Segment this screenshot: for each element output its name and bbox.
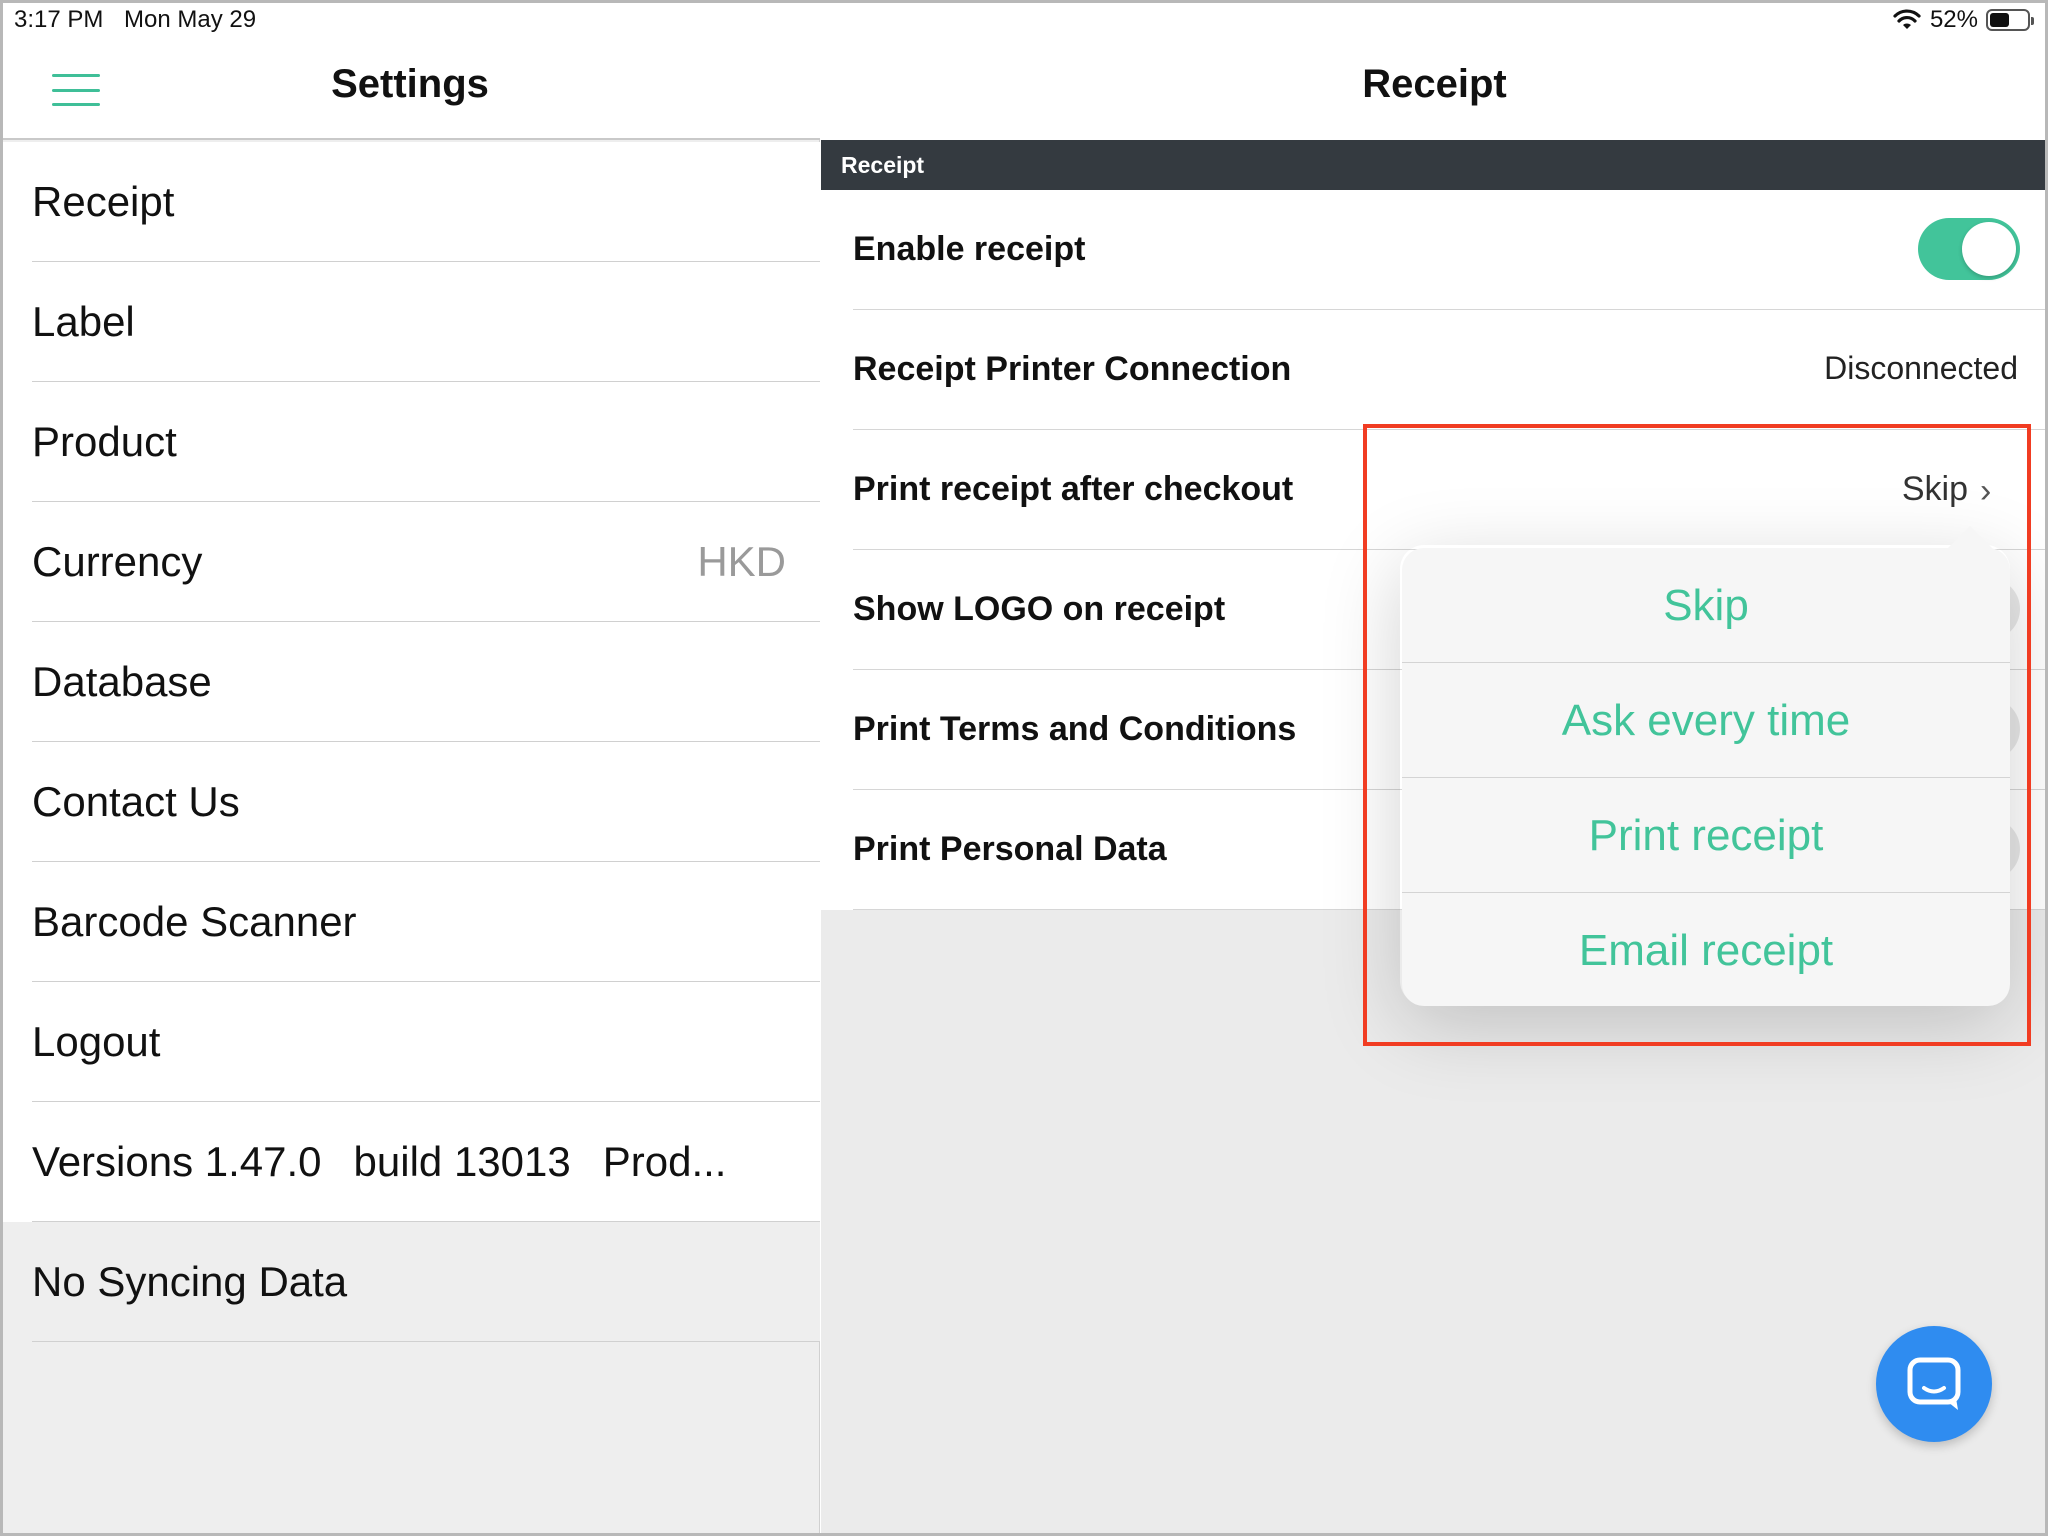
enable-receipt-toggle[interactable]: [1918, 218, 2020, 280]
section-title: Receipt: [841, 152, 925, 178]
page-title: Receipt: [1362, 62, 1507, 106]
settings-menu: Receipt Label Product Currency HKD Datab…: [0, 142, 820, 1342]
menu-item-product[interactable]: Product: [0, 382, 820, 502]
row-printer-connection[interactable]: Receipt Printer Connection Disconnected: [821, 310, 2048, 430]
menu-item-label: Barcode Scanner: [32, 898, 357, 945]
row-label: Receipt Printer Connection: [853, 350, 1292, 388]
menu-item-logout[interactable]: Logout: [0, 982, 820, 1102]
menu-item-currency[interactable]: Currency HKD: [0, 502, 820, 622]
row-enable-receipt: Enable receipt: [821, 190, 2048, 310]
row-label: Show LOGO on receipt: [853, 590, 1226, 628]
menu-item-label-settings[interactable]: Label: [0, 262, 820, 382]
chat-icon: [1907, 1357, 1961, 1410]
version-number: Versions 1.47.0: [32, 1138, 322, 1185]
battery-icon: [1986, 9, 2034, 31]
printer-connection-status: Disconnected: [1824, 350, 2018, 386]
row-label: Print Personal Data: [853, 830, 1167, 868]
menu-item-label: Contact Us: [32, 778, 240, 825]
currency-value: HKD: [697, 538, 786, 585]
menu-item-contact-us[interactable]: Contact Us: [0, 742, 820, 862]
menu-item-barcode-scanner[interactable]: Barcode Scanner: [0, 862, 820, 982]
section-header: Receipt: [821, 140, 2048, 190]
menu-item-label: Database: [32, 658, 212, 705]
environment: Prod...: [602, 1138, 727, 1185]
battery-fill: [1990, 13, 2009, 27]
menu-item-database[interactable]: Database: [0, 622, 820, 742]
wifi-icon: [1893, 9, 1921, 29]
battery-percent: 52%: [1929, 6, 1978, 33]
version-info: Versions 1.47.0 build 13013 Prod...: [0, 1102, 820, 1222]
version-text: Versions 1.47.0 build 13013 Prod...: [32, 1138, 726, 1186]
menu-item-label: Label: [32, 298, 135, 345]
row-label: Print Terms and Conditions: [853, 710, 1297, 748]
status-bar: 3:17 PM Mon May 29 52%: [0, 0, 2048, 40]
menu-item-label: Currency: [32, 538, 203, 585]
menu-item-label: Logout: [32, 1018, 161, 1065]
row-label: Enable receipt: [853, 230, 1086, 268]
sidebar-title: Settings: [331, 62, 489, 106]
chat-support-button[interactable]: [1876, 1326, 1992, 1442]
status-right: 52%: [1892, 6, 2034, 34]
status-date: Mon May 29: [124, 6, 257, 33]
highlight-annotation-box: [1363, 424, 2031, 1046]
menu-item-label: Receipt: [32, 178, 175, 225]
build-number: build 13013: [353, 1138, 571, 1185]
menu-item-receipt[interactable]: Receipt: [0, 142, 820, 262]
sync-status-text: No Syncing Data: [32, 1258, 348, 1305]
settings-sidebar: Settings Receipt Label Product Currency …: [0, 0, 820, 1536]
row-label: Print receipt after checkout: [853, 470, 1294, 508]
menu-item-label: Product: [32, 418, 177, 465]
sync-status: No Syncing Data: [0, 1222, 820, 1342]
status-time: 3:17 PM: [14, 6, 104, 33]
